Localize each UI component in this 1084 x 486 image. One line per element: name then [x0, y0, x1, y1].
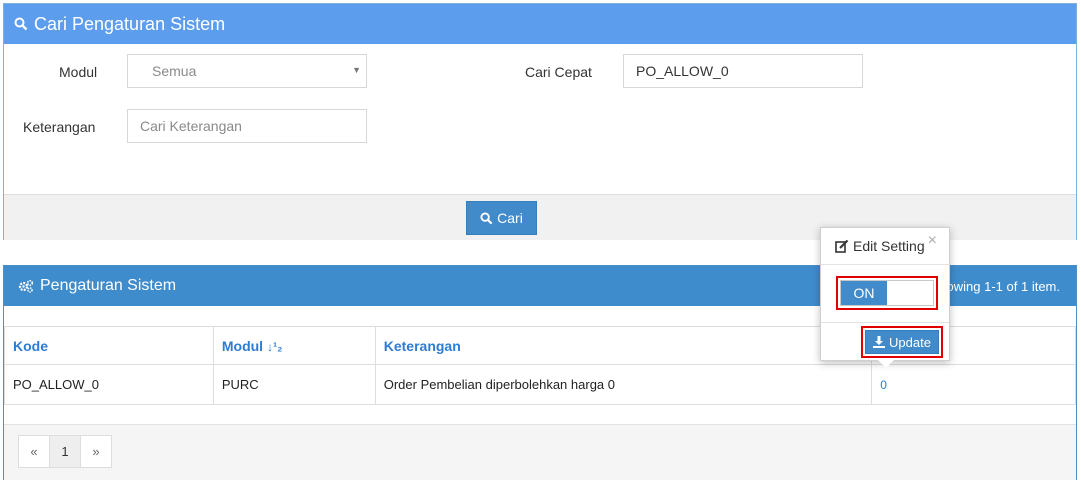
edit-setting-popover: Edit Setting × ON Update: [820, 227, 950, 368]
cell-keterangan: Order Pembelian diperbolehkan harga 0: [374, 364, 873, 405]
table-row: PO_ALLOW_0 PURC Order Pembelian diperbol…: [4, 364, 1076, 405]
close-icon[interactable]: ×: [928, 232, 937, 250]
toggle-on-label: ON: [841, 281, 887, 305]
value-edit-link[interactable]: 0: [880, 378, 887, 392]
update-button-label: Update: [889, 334, 931, 350]
update-highlight: Update: [861, 326, 943, 358]
search-panel-header: Cari Pengaturan Sistem: [4, 4, 1076, 44]
edit-icon: [835, 239, 849, 253]
popover-divider: [821, 322, 949, 323]
gears-icon: [18, 279, 34, 293]
column-header-kode[interactable]: Kode: [4, 326, 214, 365]
cell-value: 0: [871, 364, 1076, 405]
cari-button[interactable]: Cari: [466, 201, 537, 235]
cari-cepat-input[interactable]: PO_ALLOW_0: [623, 54, 863, 88]
cell-kode: PO_ALLOW_0: [4, 364, 214, 405]
toggle-highlight: ON: [836, 276, 938, 310]
keterangan-input[interactable]: Cari Keterangan: [127, 109, 367, 143]
setting-toggle[interactable]: ON: [840, 280, 934, 306]
column-header-modul[interactable]: Modul ↓¹₂: [212, 326, 376, 365]
cari-cepat-value: PO_ALLOW_0: [636, 63, 729, 79]
pagination-next[interactable]: »: [80, 435, 112, 468]
modul-select-value: Semua: [152, 63, 197, 79]
result-summary: owing 1-1 of 1 item.: [946, 279, 1060, 294]
chevron-down-icon: ▼: [352, 65, 361, 75]
popover-arrow: [878, 360, 894, 368]
search-panel-title: Cari Pengaturan Sistem: [34, 13, 226, 34]
popover-title: Edit Setting: [853, 238, 925, 254]
search-icon: [14, 17, 28, 31]
update-button[interactable]: Update: [865, 330, 939, 354]
cari-button-label: Cari: [497, 210, 523, 226]
pagination-page-1[interactable]: 1: [49, 435, 81, 468]
result-panel-title: Pengaturan Sistem: [40, 277, 177, 294]
keterangan-placeholder: Cari Keterangan: [140, 118, 242, 134]
download-icon: [873, 336, 886, 348]
search-panel: Cari Pengaturan Sistem Modul Semua ▼ Car…: [3, 3, 1077, 240]
cari-cepat-label: Cari Cepat: [525, 64, 592, 80]
search-icon: [480, 211, 493, 224]
column-header-keterangan[interactable]: Keterangan: [374, 326, 873, 365]
modul-label: Modul: [59, 64, 98, 80]
pagination-prev[interactable]: «: [18, 435, 50, 468]
cell-modul: PURC: [212, 364, 376, 405]
keterangan-label: Keterangan: [23, 119, 96, 135]
pagination: « 1 »: [18, 435, 112, 468]
result-panel-footer: « 1 »: [4, 424, 1076, 480]
modul-select[interactable]: Semua ▼: [127, 54, 367, 88]
sort-ascending-icon: ↓¹₂: [267, 339, 283, 354]
